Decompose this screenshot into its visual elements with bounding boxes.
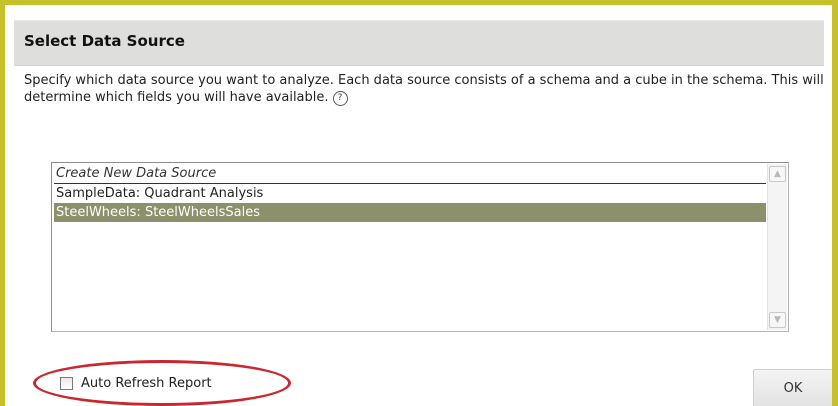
annotation-highlight-oval xyxy=(33,360,291,406)
dialog-title: Select Data Source xyxy=(24,32,185,50)
scroll-up-arrow-icon[interactable]: ▲ xyxy=(769,166,786,182)
dialog-window: Select Data Source Specify which data so… xyxy=(0,0,838,406)
data-source-list: Create New Data Source SampleData: Quadr… xyxy=(54,165,766,329)
list-scrollbar[interactable]: ▲ ▼ xyxy=(767,164,787,330)
ok-button[interactable]: OK xyxy=(753,369,832,406)
data-source-listbox[interactable]: Create New Data Source SampleData: Quadr… xyxy=(51,162,789,332)
dialog-title-bar: Select Data Source xyxy=(14,20,824,66)
scroll-down-arrow-icon[interactable]: ▼ xyxy=(769,312,786,328)
help-circle-icon[interactable]: ? xyxy=(332,91,348,106)
instructions-label: Specify which data source you want to an… xyxy=(24,73,824,105)
list-item-sampledata[interactable]: SampleData: Quadrant Analysis xyxy=(54,184,766,203)
list-item-steelwheels[interactable]: SteelWheels: SteelWheelsSales xyxy=(54,203,766,222)
list-item-create-new[interactable]: Create New Data Source xyxy=(54,165,766,184)
instructions-text: Specify which data source you want to an… xyxy=(24,72,824,106)
